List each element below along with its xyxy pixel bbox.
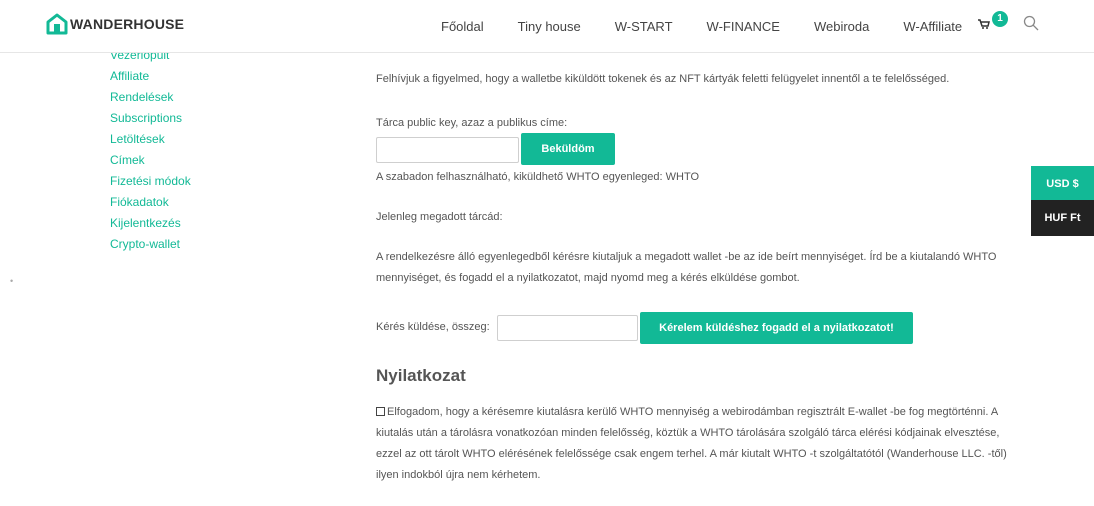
balance-text: A szabadon felhasználható, kiküldhető WH…	[376, 171, 700, 183]
nav-item-w-affiliate[interactable]: W-Affiliate	[903, 19, 962, 34]
main-nav: Főoldal Tiny house W-START W-FINANCE Web…	[441, 0, 962, 53]
nav-item-w-start[interactable]: W-START	[615, 19, 673, 34]
request-amount-input[interactable]	[497, 315, 638, 341]
nav-item-w-finance[interactable]: W-FINANCE	[707, 19, 780, 34]
currency-usd-button[interactable]: USD $	[1031, 166, 1094, 202]
decorative-dots: •	[10, 276, 14, 286]
house-logo-icon	[46, 13, 68, 35]
site-header: WANDERHOUSE Főoldal Tiny house W-START W…	[0, 0, 1094, 53]
sidebar-item-kijelentkezes[interactable]: Kijelentkezés	[110, 213, 191, 234]
currency-huf-button[interactable]: HUF Ft	[1031, 200, 1094, 236]
cart-icon	[978, 19, 990, 29]
cart-count-badge: 1	[992, 11, 1008, 27]
accept-declaration-checkbox[interactable]	[376, 407, 385, 416]
declaration-text: Elfogadom, hogy a kérésemre kiutalásra k…	[376, 406, 1007, 481]
sidebar-item-crypto-wallet[interactable]: Crypto-wallet	[110, 234, 191, 255]
sidebar-item-letoltesek[interactable]: Letöltések	[110, 129, 191, 150]
sidebar-item-subscriptions[interactable]: Subscriptions	[110, 108, 191, 129]
logo-text: WANDERHOUSE	[70, 16, 185, 32]
request-amount-label: Kérés küldése, összeg:	[376, 321, 490, 333]
custody-notice: Felhívjuk a figyelmed, hogy a walletbe k…	[376, 73, 950, 85]
nav-item-fooldal[interactable]: Főoldal	[441, 19, 484, 34]
sidebar-item-vezerlopult[interactable]: Vezérlőpult	[110, 53, 191, 66]
sidebar-item-affiliate[interactable]: Affiliate	[110, 66, 191, 87]
send-request-button[interactable]: Kérelem küldéshez fogadd el a nyilatkoza…	[640, 312, 913, 344]
nav-item-webiroda[interactable]: Webiroda	[814, 19, 869, 34]
sidebar-item-cimek[interactable]: Címek	[110, 150, 191, 171]
payout-instructions: A rendelkezésre álló egyenlegedből kérés…	[376, 251, 997, 284]
search-icon[interactable]	[1023, 15, 1039, 31]
sidebar-item-rendelesek[interactable]: Rendelések	[110, 87, 191, 108]
wallet-key-label: Tárca public key, azaz a publikus címe:	[376, 117, 568, 129]
logo[interactable]: WANDERHOUSE	[46, 13, 184, 35]
sidebar-item-fiokadatok[interactable]: Fiókadatok	[110, 192, 191, 213]
sidebar-item-fizetesi-modok[interactable]: Fizetési módok	[110, 171, 191, 192]
wallet-key-input[interactable]	[376, 137, 519, 163]
cart-button[interactable]: 1	[978, 11, 1014, 37]
declaration-heading: Nyilatkozat	[376, 366, 466, 385]
submit-wallet-button[interactable]: Beküldöm	[521, 133, 615, 165]
declaration-block: Elfogadom, hogy a kérésemre kiutalásra k…	[376, 402, 1021, 486]
account-sidebar: Vezérlőpult Affiliate Rendelések Subscri…	[110, 53, 310, 263]
current-wallet-label: Jelenleg megadott tárcád:	[376, 211, 503, 223]
nav-item-tiny-house[interactable]: Tiny house	[518, 19, 581, 34]
